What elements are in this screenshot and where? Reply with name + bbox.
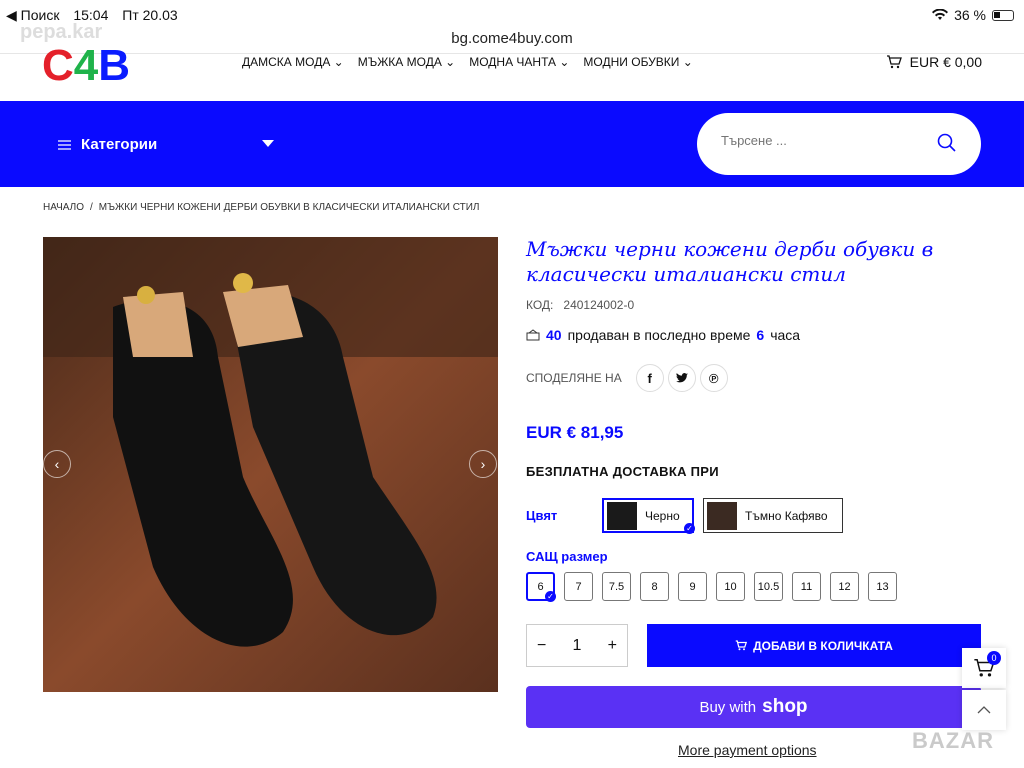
chevron-up-icon	[977, 706, 991, 714]
status-bar: ◀ Поиск 15:04 Пт 20.03 36 %	[0, 0, 1024, 30]
header-cart[interactable]: EUR € 0,00	[886, 54, 982, 70]
cart-count-badge: 0	[987, 651, 1001, 665]
size-label: САЩ размер	[526, 549, 608, 564]
search-box	[697, 113, 981, 175]
more-payment-options-link[interactable]: More payment options	[678, 742, 817, 758]
quantity-stepper: − 1 +	[526, 624, 628, 667]
size-option[interactable]: 7.5	[602, 572, 631, 601]
product-code: КОД: 240124002-0	[526, 298, 635, 312]
size-option[interactable]: 12	[830, 572, 859, 601]
black-shoe-thumbnail	[607, 501, 637, 530]
status-date: Пт 20.03	[122, 7, 178, 23]
size-option[interactable]: 11	[792, 572, 821, 601]
nav-mens-fashion[interactable]: МЪЖКА МОДА ⌄	[358, 55, 456, 69]
nav-womens-fashion[interactable]: ДАМСКА МОДА ⌄	[242, 55, 344, 69]
buy-with-shop-button[interactable]: Buy with shop	[526, 686, 981, 728]
wifi-icon	[932, 9, 949, 20]
brown-shoe-thumbnail	[707, 501, 737, 530]
size-options: 6 ✓ 7 7.5 8 9 10 10.5 11 12 13	[526, 572, 897, 602]
sales-icon	[526, 329, 540, 341]
cart-icon	[735, 640, 748, 651]
breadcrumb: НАЧАЛО / МЪЖКИ ЧЕРНИ КОЖЕНИ ДЕРБИ ОБУВКИ В…	[43, 202, 480, 213]
search-input[interactable]	[721, 133, 921, 148]
facebook-icon[interactable]: f	[635, 364, 664, 392]
size-option[interactable]: 6 ✓	[526, 572, 556, 602]
shoe-photo	[43, 237, 498, 692]
size-option[interactable]: 8	[640, 572, 669, 601]
site-header: pepa.kar C 4 B ДАМСКА МОДА ⌄ МЪЖКА МОДА …	[0, 21, 1024, 101]
twitter-icon[interactable]	[667, 364, 696, 392]
quantity-value[interactable]: 1	[573, 637, 582, 655]
breadcrumb-current: МЪЖКИ ЧЕРНИ КОЖЕНИ ДЕРБИ ОБУВКИ В КЛАСИЧ…	[98, 202, 480, 213]
check-icon: ✓	[684, 523, 695, 534]
color-option-dark-brown[interactable]: Тъмно Кафяво	[703, 498, 843, 533]
next-image-button[interactable]: ›	[469, 450, 497, 478]
breadcrumb-home[interactable]: НАЧАЛО	[43, 202, 84, 213]
address-bar[interactable]: bg.come4buy.com	[0, 30, 1024, 47]
category-bar: Категории	[0, 101, 1024, 187]
product-image[interactable]: ‹ ›	[43, 237, 498, 692]
battery-percent: 36 %	[954, 7, 986, 23]
share-row: СПОДЕЛЯНЕ НА f ℗	[526, 364, 728, 392]
cart-total: EUR € 0,00	[909, 54, 982, 70]
categories-menu[interactable]: Категории	[58, 136, 157, 153]
increase-button[interactable]: +	[608, 637, 617, 655]
size-option[interactable]: 9	[678, 572, 707, 601]
decrease-button[interactable]: −	[537, 637, 546, 655]
size-option[interactable]: 13	[868, 572, 897, 601]
free-shipping-note: БЕЗПЛАТНА ДОСТАВКА ПРИ	[526, 464, 719, 479]
nav-fashion-bags[interactable]: МОДНА ЧАНТА ⌄	[469, 55, 569, 69]
watermark: BAZAR	[912, 728, 994, 753]
scroll-to-top-button[interactable]	[962, 690, 1006, 730]
menu-icon	[58, 139, 71, 150]
color-label: Цвят	[526, 508, 558, 523]
product-title: Мъжки черни кожени дерби обувки в класич…	[526, 237, 934, 286]
size-option[interactable]: 10	[716, 572, 745, 601]
search-icon[interactable]	[935, 131, 959, 155]
pinterest-icon[interactable]: ℗	[699, 364, 728, 392]
size-option[interactable]: 7	[564, 572, 593, 601]
battery-icon	[992, 9, 1014, 21]
categories-label: Категории	[81, 136, 158, 153]
site-logo[interactable]: C 4 B	[42, 44, 130, 88]
add-to-cart-button[interactable]: ДОБАВИ В КОЛИЧКАТА	[647, 624, 981, 667]
nav-fashion-shoes[interactable]: МОДНИ ОБУВКИ ⌄	[583, 55, 692, 69]
main-nav: ДАМСКА МОДА ⌄ МЪЖКА МОДА ⌄ МОДНА ЧАНТА ⌄…	[242, 55, 693, 69]
color-option-black[interactable]: Черно ✓	[602, 498, 695, 534]
check-icon: ✓	[545, 591, 556, 602]
prev-image-button[interactable]: ‹	[43, 450, 71, 478]
floating-cart-button[interactable]: 0	[962, 648, 1006, 688]
chevron-down-icon[interactable]	[262, 140, 274, 147]
size-option[interactable]: 10.5	[754, 572, 783, 601]
product-price: EUR € 81,95	[526, 423, 624, 442]
cart-icon	[886, 55, 902, 69]
recent-sales: 40 продаван в последно време 6 часа	[526, 327, 800, 343]
